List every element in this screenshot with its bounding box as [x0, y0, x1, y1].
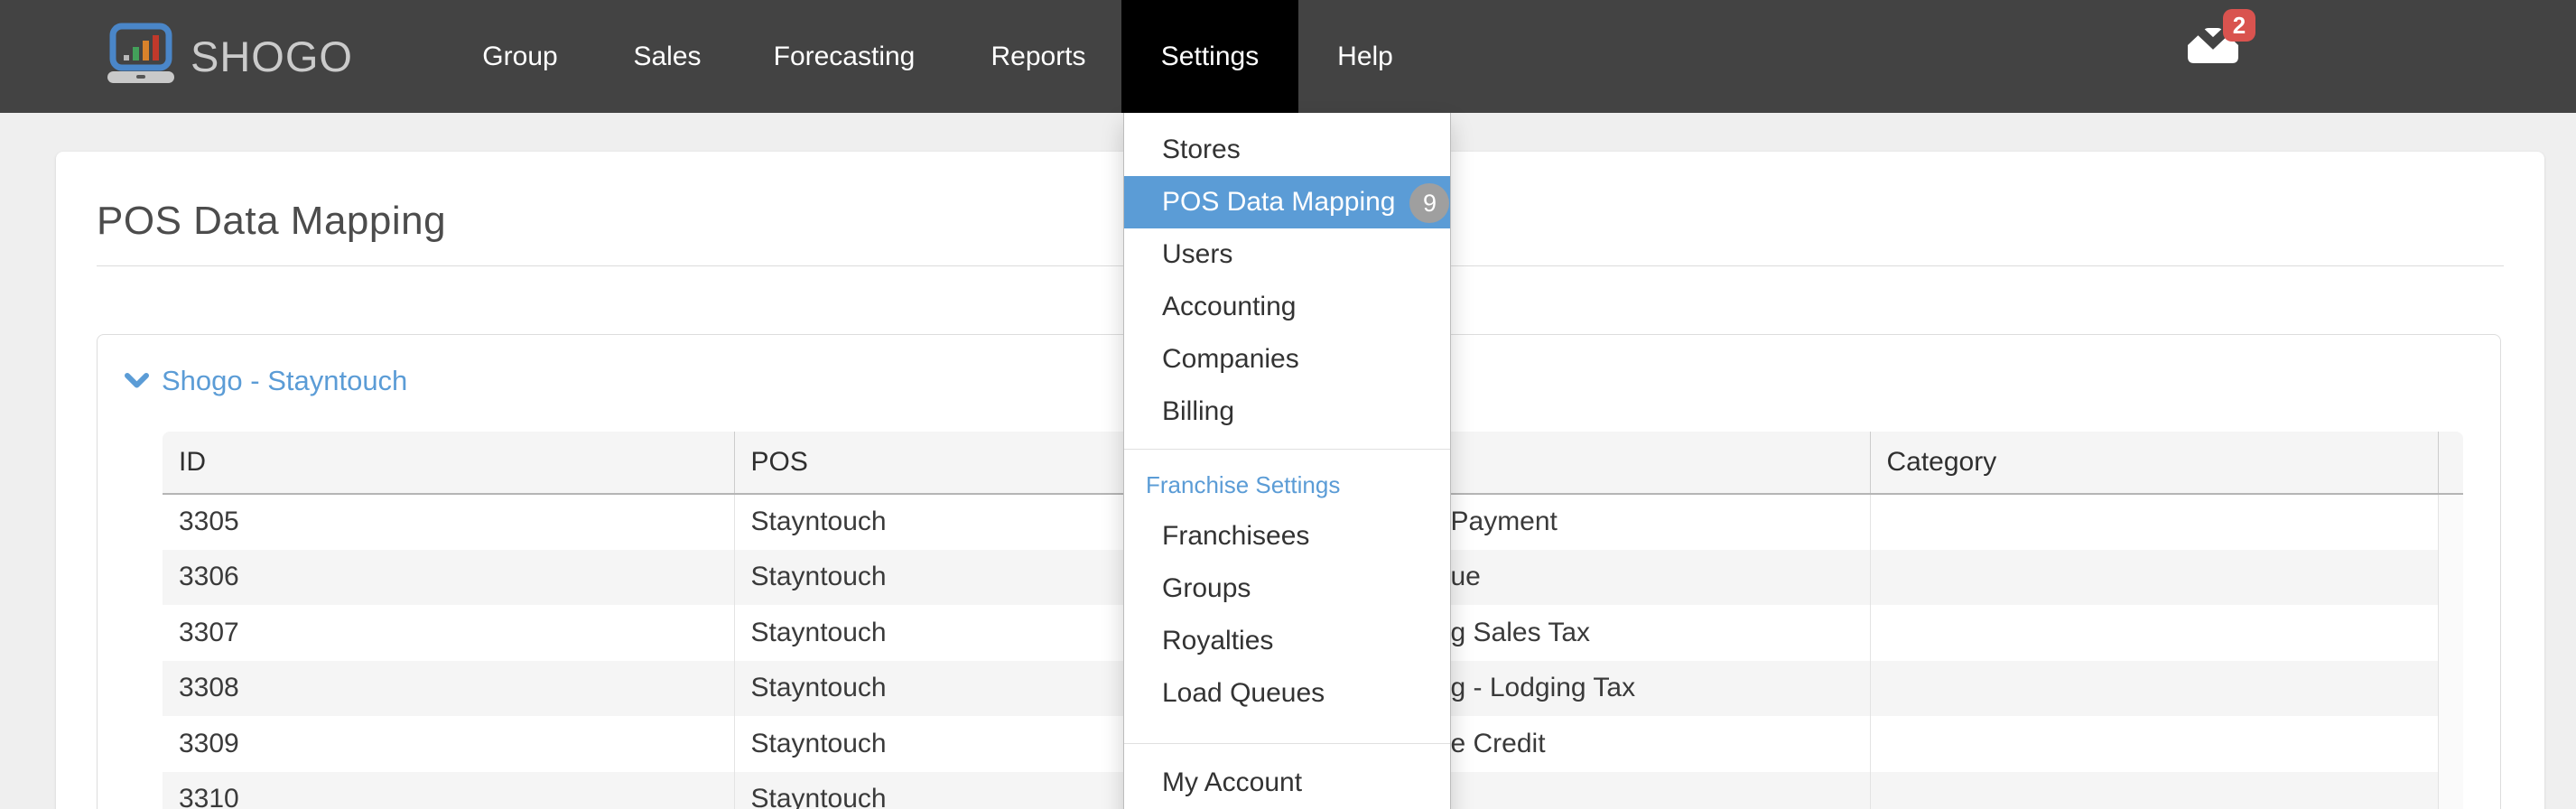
menu-section: Stores POS Data Mapping 9 Users Accounting Co…: [1124, 124, 1450, 438]
menu-item-my-account[interactable]: My Account: [1124, 757, 1450, 809]
menu-section: Franchise Settings Franchisees Groups Royal…: [1124, 449, 1450, 732]
cell-category: [1870, 771, 2439, 809]
menu-item-load-queues[interactable]: Load Queues: [1124, 667, 1450, 720]
column-header-id: ID: [163, 432, 735, 495]
cell-id: 3310: [163, 771, 735, 809]
scrollbar-gutter: [2438, 549, 2463, 605]
scrollbar-gutter: [2438, 660, 2463, 716]
settings-dropdown: Stores POS Data Mapping 9 Users Accounting Co…: [1123, 113, 1451, 809]
menu-item-badge: 9: [1409, 183, 1450, 224]
cell-category: [1870, 605, 2439, 661]
menu-item-accounting[interactable]: Accounting: [1124, 281, 1450, 333]
cell-category: [1870, 716, 2439, 772]
menu-item-label: Groups: [1162, 573, 1251, 603]
menu-item-pos-data-mapping[interactable]: POS Data Mapping 9: [1124, 176, 1450, 228]
column-header-category: Category: [1870, 432, 2439, 495]
app-viewport: SHOGO Group Sales Forecasting Reports Settin…: [0, 0, 2576, 809]
top-bar: SHOGO Group Sales Forecasting Reports Settin…: [0, 0, 2576, 113]
inbox-button[interactable]: 2: [2185, 9, 2255, 81]
menu-item-stores[interactable]: Stores: [1124, 124, 1450, 176]
menu-item-royalties[interactable]: Royalties: [1124, 615, 1450, 667]
column-header-empty: [2438, 432, 2463, 495]
logo-text: SHOGO: [191, 33, 353, 80]
chevron-down-icon: [125, 365, 149, 397]
menu-item-label: My Account: [1162, 767, 1303, 797]
nav-item-settings[interactable]: Settings: [1121, 0, 1298, 113]
section-toggle[interactable]: Shogo - Stayntouch: [125, 365, 407, 397]
nav-item-sales[interactable]: Sales: [624, 0, 710, 113]
cell-category: [1870, 494, 2439, 550]
nav-item-reports[interactable]: Reports: [981, 0, 1094, 113]
menu-section-header-franchise-settings: Franchise Settings: [1146, 471, 1341, 498]
nav-item-forecasting[interactable]: Forecasting: [765, 0, 925, 113]
notification-badge: 2: [2223, 9, 2255, 42]
cell-id: 3306: [163, 549, 735, 605]
section-title: Shogo - Stayntouch: [162, 365, 408, 396]
scrollbar-gutter: [2438, 716, 2463, 772]
menu-item-billing[interactable]: Billing: [1124, 386, 1450, 438]
menu-item-label: Billing: [1162, 396, 1235, 426]
menu-item-label: Users: [1162, 239, 1233, 269]
nav-item-group[interactable]: Group: [473, 0, 566, 113]
laptop-chart-icon: [106, 23, 178, 90]
menu-item-label: Royalties: [1162, 626, 1274, 656]
menu-item-groups[interactable]: Groups: [1124, 563, 1450, 615]
cell-id: 3308: [163, 660, 735, 716]
menu-item-franchisees[interactable]: Franchisees: [1124, 510, 1450, 563]
menu-item-label: Load Queues: [1162, 678, 1325, 708]
cell-id: 3309: [163, 716, 735, 772]
scrollbar-gutter: [2438, 494, 2463, 550]
cell-id: 3305: [163, 494, 735, 550]
cell-category: [1870, 549, 2439, 605]
menu-item-label: Companies: [1162, 344, 1299, 374]
menu-item-label: Franchisees: [1162, 521, 1310, 551]
scrollbar-gutter: [2438, 605, 2463, 661]
nav-item-help[interactable]: Help: [1328, 0, 1402, 113]
menu-item-label: POS Data Mapping: [1162, 187, 1396, 217]
menu-item-users[interactable]: Users: [1124, 228, 1450, 281]
menu-item-label: Stores: [1162, 135, 1241, 164]
inbox-icon: [2185, 24, 2241, 70]
menu-item-label: Accounting: [1162, 292, 1297, 321]
shogo-logo[interactable]: SHOGO: [106, 0, 353, 113]
menu-item-companies[interactable]: Companies: [1124, 333, 1450, 386]
scrollbar-gutter: [2438, 771, 2463, 809]
cell-id: 3307: [163, 605, 735, 661]
menu-section: My Account: [1124, 743, 1450, 809]
cell-category: [1870, 660, 2439, 716]
